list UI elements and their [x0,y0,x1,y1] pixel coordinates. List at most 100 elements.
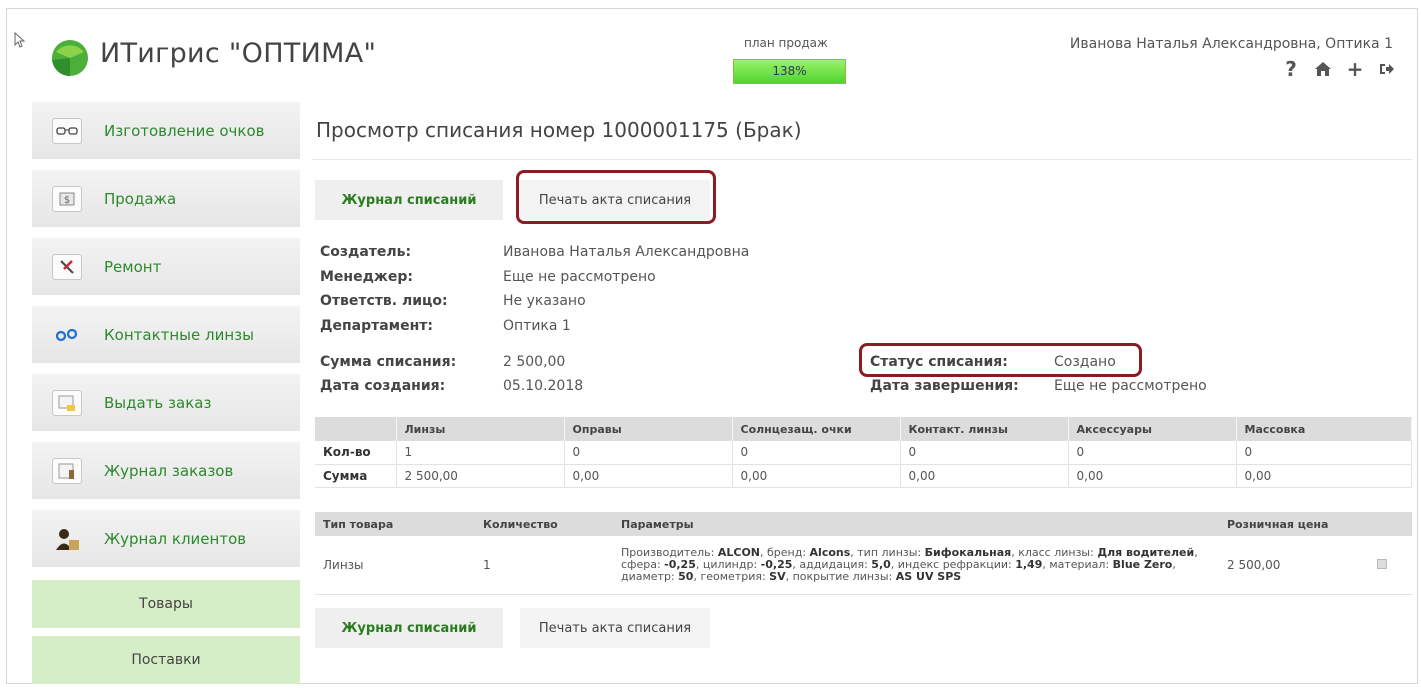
param-label: , геометрия: [693,569,770,583]
sales-plan-value: 138% [772,64,807,78]
svg-text:$: $ [64,195,70,206]
writeoff-sum-value: 2 500,00 [503,354,566,370]
table-header-cell: Количество [475,512,613,536]
glasses-icon [52,117,82,144]
deliver-order-icon [52,389,82,416]
param-value: AS UV SPS [895,569,962,583]
totals-table: Линзы Оправы Солнцезащ. очки Контакт. ли… [315,417,1412,488]
items-table: Тип товара Количество Параметры Рознична… [315,512,1412,595]
finished-date-value: Еще не рассмотрено [1054,378,1207,394]
help-icon[interactable]: ? [1281,57,1301,81]
writeoff-journal-button-bottom[interactable]: Журнал списаний [315,608,503,648]
item-quantity: 1 [475,536,613,595]
add-icon[interactable]: + [1345,57,1365,81]
table-cell: 0 [732,441,901,465]
header-toolbar: ? + [1281,57,1397,81]
table-header-cell: Массовка [1236,417,1412,441]
finished-date-label: Дата завершения: [870,378,1019,394]
table-row: Кол-во 1 0 0 0 0 0 [315,441,1412,465]
mouse-cursor-icon [14,32,26,48]
table-cell: 0,00 [564,464,733,488]
sidebar-item-clients-journal[interactable]: Журнал клиентов [32,510,300,568]
table-header-cell: Тип товара [315,512,475,536]
table-cell: 0 [1068,441,1237,465]
table-cell: 0,00 [900,464,1069,488]
sidebar-item-repair[interactable]: Ремонт [32,238,300,296]
table-header-cell: Аксессуары [1068,417,1237,441]
row-details-icon[interactable] [1377,558,1387,569]
sidebar-item-label: Продажа [104,189,177,208]
table-header-cell [315,417,397,441]
param-label: , покрытие линзы: [785,569,896,583]
sidebar-item-label: Журнал заказов [104,461,234,480]
sidebar-item-goods[interactable]: Товары [32,580,300,628]
table-cell: 0,00 [1236,464,1412,488]
clients-icon [52,526,82,552]
table-row-label: Кол-во [315,441,397,465]
created-date-label: Дата создания: [320,378,446,394]
table-cell: 0 [1236,441,1412,465]
repair-tools-icon [52,253,82,280]
table-cell: 2 500,00 [396,464,565,488]
contact-lenses-icon [52,322,82,348]
logout-icon[interactable] [1377,58,1397,80]
money-icon: $ [52,185,82,212]
creator-value: Иванова Наталья Александровна [503,244,750,260]
department-value: Оптика 1 [503,318,571,334]
responsible-label: Ответств. лицо: [320,293,448,309]
sidebar-item-label: Ремонт [104,257,162,276]
highlight-frame [516,170,716,224]
param-value: Blue Zero [1112,557,1173,571]
table-header-cell: Розничная цена [1219,512,1369,536]
param-label: , материал: [1042,557,1113,571]
created-date-value: 05.10.2018 [503,378,584,394]
param-value: 50 [678,569,694,583]
orders-journal-icon [52,457,82,484]
table-header-cell [1369,512,1412,536]
row-action-cell [1369,536,1412,595]
table-header-cell: Оправы [564,417,733,441]
responsible-value: Не указано [503,293,586,309]
table-row: Сумма 2 500,00 0,00 0,00 0,00 0,00 0,00 [315,464,1412,488]
item-type: Линзы [315,536,475,595]
table-cell: 0 [564,441,733,465]
home-icon[interactable] [1313,58,1333,80]
divider [312,159,1412,160]
highlight-frame [859,343,1142,377]
param-value: SV [769,569,786,583]
table-header-row: Линзы Оправы Солнцезащ. очки Контакт. ли… [315,417,1412,441]
table-row: Линзы 1 Производитель: ALCON, бренд: Alc… [315,536,1412,595]
item-parameters: Производитель: ALCON, бренд: Alcons, тип… [613,536,1219,595]
table-cell: 0,00 [1068,464,1237,488]
sales-plan-label: план продаж [744,36,828,50]
table-cell: 0 [900,441,1069,465]
table-cell: 1 [396,441,565,465]
page-title: Просмотр списания номер 1000001175 (Брак… [316,118,802,142]
item-price: 2 500,00 [1219,536,1369,595]
table-header-cell: Контакт. линзы [900,417,1069,441]
param-value: 1,49 [1015,557,1043,571]
sidebar-item-deliver-order[interactable]: Выдать заказ [32,374,300,432]
writeoff-sum-label: Сумма списания: [320,354,457,370]
sidebar-item-label: Журнал клиентов [104,529,247,548]
manager-value: Еще не рассмотрено [503,269,656,285]
department-label: Департамент: [320,318,433,334]
sidebar-item-orders-journal[interactable]: Журнал заказов [32,442,300,500]
user-name[interactable]: Иванова Наталья Александровна, Оптика 1 [1070,36,1393,52]
sidebar-item-sale[interactable]: $ Продажа [32,170,300,228]
logo-icon [52,40,88,77]
sidebar-item-label: Изготовление очков [104,121,265,140]
sidebar-item-contact-lenses[interactable]: Контактные линзы [32,306,300,364]
manager-label: Менеджер: [320,269,413,285]
print-act-button-bottom[interactable]: Печать акта списания [520,608,710,648]
sidebar-item-glasses[interactable]: Изготовление очков [32,102,300,160]
writeoff-journal-button[interactable]: Журнал списаний [315,180,503,220]
app-title: ИТигрис "ОПТИМА" [100,38,377,69]
sales-plan-progress: 138% [733,59,846,84]
sidebar-item-label: Выдать заказ [104,393,212,412]
table-header-cell: Параметры [613,512,1219,536]
sidebar-item-label: Контактные линзы [104,325,254,344]
table-cell: 0,00 [732,464,901,488]
sidebar-item-supplies[interactable]: Поставки [32,636,300,684]
table-header-cell: Линзы [396,417,565,441]
